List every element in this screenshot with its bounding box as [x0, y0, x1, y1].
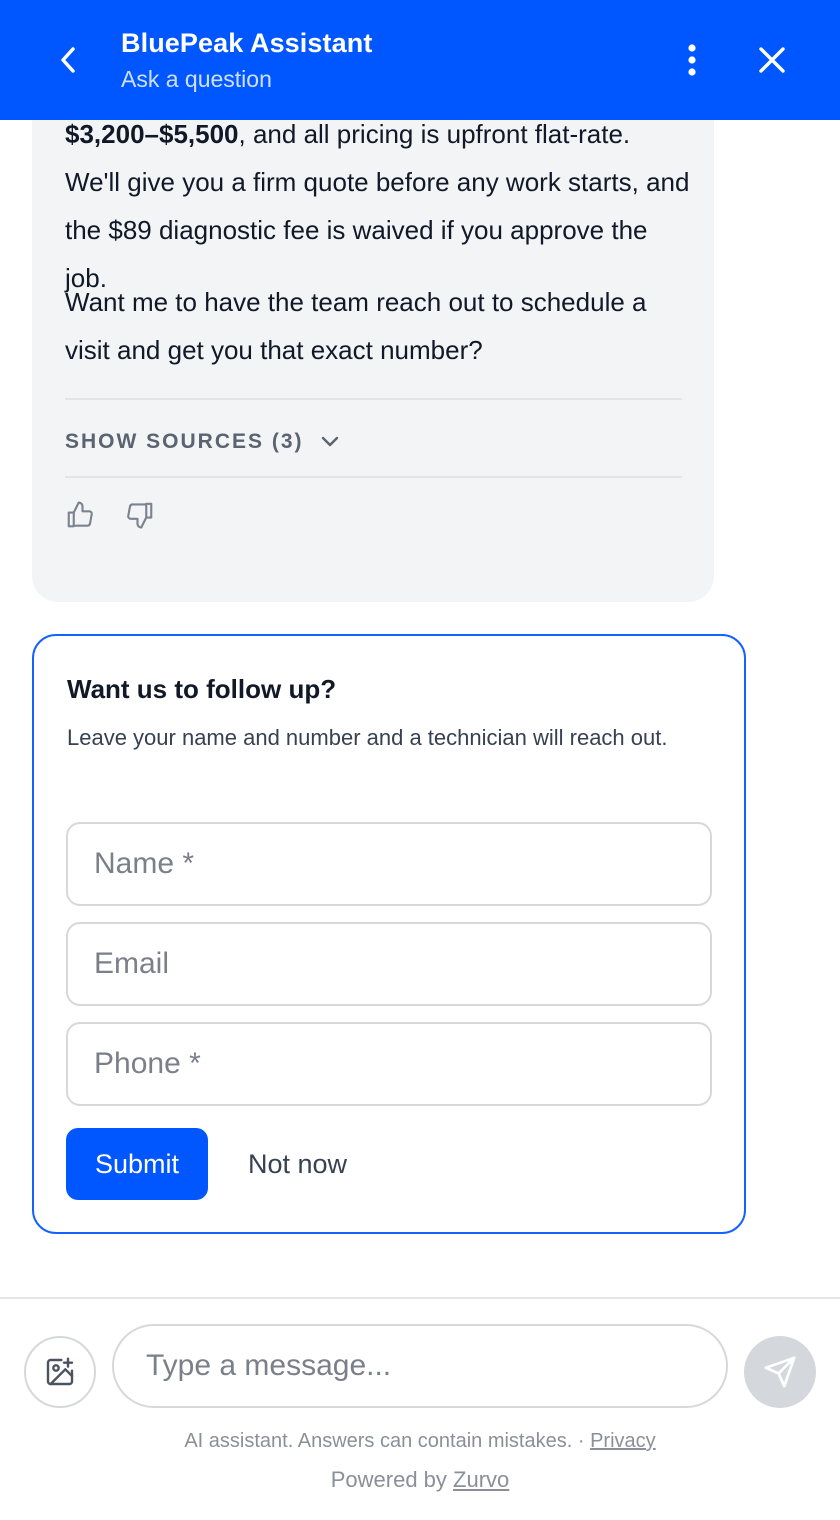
- chevron-down-icon: [321, 436, 338, 447]
- disclaimer-text: AI assistant. Answers can contain mistak…: [184, 1430, 591, 1452]
- close-button[interactable]: [750, 38, 794, 82]
- close-icon: [759, 47, 785, 73]
- show-sources-toggle[interactable]: SHOW SOURCES (3): [65, 424, 340, 460]
- message-paragraph: $3,200–$5,500, and all pricing is upfron…: [65, 120, 690, 302]
- not-now-button[interactable]: Not now: [230, 1128, 365, 1200]
- divider: [65, 398, 682, 400]
- thumbs-up-icon: [67, 501, 93, 528]
- ai-disclaimer: AI assistant. Answers can contain mistak…: [0, 1426, 840, 1456]
- send-button[interactable]: [744, 1336, 816, 1408]
- submit-button[interactable]: Submit: [66, 1128, 208, 1200]
- more-options-button[interactable]: [670, 38, 714, 82]
- chat-header: BluePeak Assistant Ask a question: [0, 0, 840, 120]
- powered-by: Powered by Zurvo: [0, 1464, 840, 1496]
- divider: [65, 476, 682, 478]
- email-field[interactable]: [66, 922, 712, 1006]
- show-sources-label: SHOW SOURCES (3): [65, 430, 304, 453]
- message-list[interactable]: $3,200–$5,500, and all pricing is upfron…: [0, 120, 840, 1298]
- chevron-left-icon: [61, 47, 75, 73]
- attach-image-button[interactable]: [24, 1336, 96, 1408]
- composer-divider: [0, 1297, 840, 1299]
- assistant-message: $3,200–$5,500, and all pricing is upfron…: [32, 120, 714, 602]
- send-icon: [764, 1356, 796, 1388]
- thumbs-up-button[interactable]: [63, 498, 97, 532]
- powered-by-text: Powered by: [330, 1467, 454, 1492]
- zurvo-link[interactable]: Zurvo: [453, 1467, 509, 1492]
- message-input[interactable]: [112, 1324, 728, 1408]
- name-field[interactable]: [66, 822, 712, 906]
- image-add-icon: [46, 1357, 74, 1386]
- message-paragraph: Want me to have the team reach out to sc…: [65, 287, 647, 365]
- phone-field[interactable]: [66, 1022, 712, 1106]
- back-button[interactable]: [46, 38, 90, 82]
- follow-up-title: Want us to follow up?: [67, 674, 337, 704]
- assistant-title: BluePeak Assistant: [121, 28, 373, 58]
- privacy-link[interactable]: Privacy: [590, 1430, 656, 1452]
- thumbs-down-button[interactable]: [123, 498, 157, 532]
- thumbs-down-icon: [127, 502, 153, 529]
- follow-up-form: Want us to follow up? Leave your name an…: [32, 634, 746, 1234]
- price-range: $3,200–$5,500: [65, 120, 239, 149]
- assistant-subtitle: Ask a question: [121, 66, 272, 92]
- kebab-menu-icon: [688, 44, 696, 76]
- follow-up-description: Leave your name and number and a technic…: [67, 725, 668, 750]
